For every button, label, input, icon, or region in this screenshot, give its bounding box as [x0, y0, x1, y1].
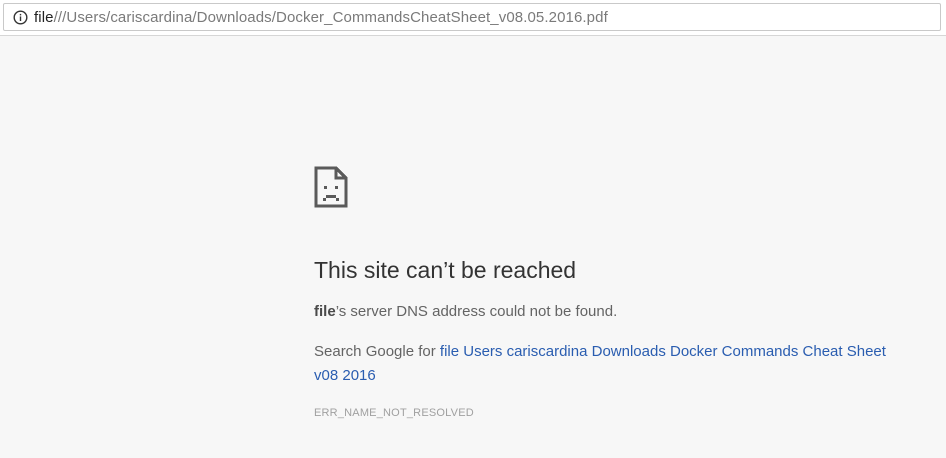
error-description-text: ’s server DNS address could not be found… [335, 303, 618, 320]
error-description: file’s server DNS address could not be f… [314, 302, 904, 322]
error-title: This site can’t be reached [314, 257, 577, 283]
error-content: This site can’t be reached file’s server… [314, 166, 904, 419]
url-scheme: file [34, 8, 54, 26]
url-input[interactable]: file///Users/cariscardina/Downloads/Dock… [3, 3, 941, 31]
error-code: ERR_NAME_NOT_RESOLVED [314, 407, 474, 419]
address-bar: file///Users/cariscardina/Downloads/Dock… [0, 0, 946, 36]
info-circle-icon[interactable] [13, 9, 28, 25]
search-suggestion: Search Google for file Users cariscardin… [314, 340, 904, 388]
url-text[interactable]: file///Users/cariscardina/Downloads/Dock… [34, 9, 608, 26]
error-host: file [314, 303, 336, 320]
search-suggestion-prefix: Search Google for [314, 343, 440, 360]
url-path: ///Users/cariscardina/Downloads/Docker_C… [53, 8, 608, 26]
sad-page-icon [314, 166, 348, 208]
